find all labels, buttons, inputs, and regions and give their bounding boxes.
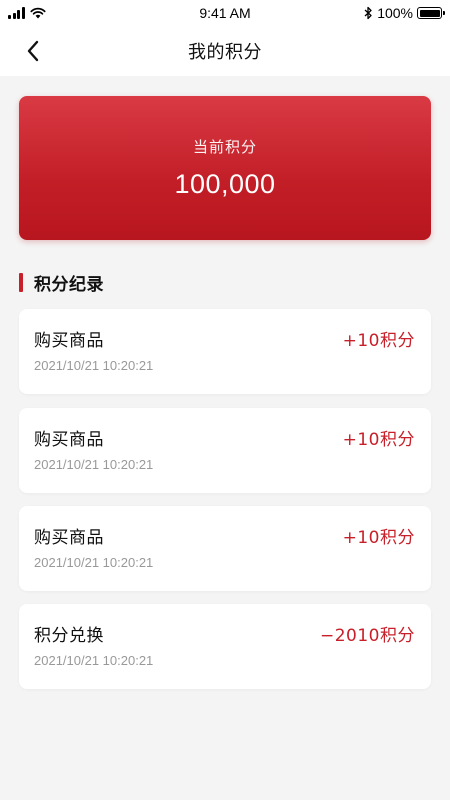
signal-icon — [8, 7, 25, 19]
record-time: 2021/10/21 10:20:21 — [34, 653, 154, 668]
record-item[interactable]: 购买商品 2021/10/21 10:20:21 +10积分 — [19, 309, 431, 394]
battery-percent: 100% — [377, 5, 413, 21]
record-title: 购买商品 — [34, 528, 104, 548]
page-title: 我的积分 — [188, 42, 262, 63]
record-amount: +10积分 — [342, 528, 415, 548]
points-value: 100,000 — [174, 169, 276, 199]
battery-icon — [417, 7, 445, 19]
section-title: 积分纪录 — [34, 274, 104, 295]
record-item[interactable]: 购买商品 2021/10/21 10:20:21 +10积分 — [19, 408, 431, 493]
record-title: 购买商品 — [34, 331, 104, 351]
back-button[interactable] — [16, 36, 50, 66]
record-time: 2021/10/21 10:20:21 — [34, 457, 154, 472]
section-header: 积分纪录 — [19, 270, 104, 295]
record-item[interactable]: 积分兑换 2021/10/21 10:20:21 −2010积分 — [19, 604, 431, 689]
chevron-left-icon — [27, 40, 39, 62]
record-item[interactable]: 购买商品 2021/10/21 10:20:21 +10积分 — [19, 506, 431, 591]
section-accent-bar — [19, 272, 23, 292]
status-left — [8, 7, 46, 19]
record-amount: +10积分 — [342, 430, 415, 450]
bluetooth-icon — [364, 6, 372, 20]
record-amount: −2010积分 — [319, 626, 415, 646]
nav-bar: 我的积分 — [0, 26, 450, 76]
record-time: 2021/10/21 10:20:21 — [34, 555, 154, 570]
wifi-icon — [29, 7, 46, 19]
record-title: 积分兑换 — [34, 626, 104, 646]
record-time: 2021/10/21 10:20:21 — [34, 358, 154, 373]
battery-fill — [419, 9, 440, 17]
status-right: 100% — [364, 5, 445, 21]
points-card: 当前积分 100,000 — [19, 96, 431, 240]
record-amount: +10积分 — [342, 331, 415, 351]
record-title: 购买商品 — [34, 430, 104, 450]
status-bar: 9:41 AM 100% — [0, 0, 450, 26]
points-label: 当前积分 — [192, 138, 257, 156]
